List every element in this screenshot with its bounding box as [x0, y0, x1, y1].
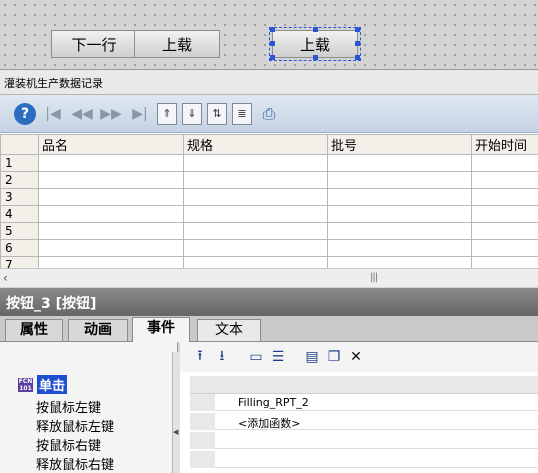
horizontal-scrollbar[interactable]: ‹ ||| [0, 268, 538, 287]
sort-icon[interactable]: ⇅ [207, 102, 227, 125]
column-header[interactable]: 批号 [327, 134, 472, 155]
tab-properties[interactable]: 属性 [5, 319, 63, 341]
table-view-control[interactable]: 灌装机生产数据记录 ? |◀ ◀◀ ▶▶ ▶| ⇑ ⇓ ⇅ ≣ ⎙ 品名 规格 … [0, 69, 538, 287]
row-number: 4 [0, 205, 39, 223]
list-item[interactable]: <添加函数> [190, 413, 538, 430]
table-row[interactable]: 4 [0, 205, 538, 223]
tab-events[interactable]: 事件 [132, 317, 190, 343]
selection-handle[interactable] [355, 27, 360, 32]
next-row-button[interactable]: 下一行 [51, 30, 137, 58]
row-number: 3 [0, 188, 39, 206]
add-function-item[interactable]: <添加函数> [238, 415, 300, 431]
row-number: 2 [0, 171, 39, 189]
move-up-icon[interactable]: ⭱ [190, 347, 210, 367]
last-icon[interactable]: ▶| [128, 102, 152, 126]
row-number: 1 [0, 154, 39, 172]
help-icon[interactable]: ? [14, 102, 36, 125]
delete-icon[interactable]: ✕ [346, 347, 366, 367]
event-release-right[interactable]: 释放鼠标右键 [36, 454, 114, 473]
prev-page-icon[interactable]: ◀◀ [70, 102, 94, 126]
event-press-left[interactable]: 按鼠标左键 [36, 397, 101, 416]
selection-handle[interactable] [313, 27, 318, 32]
list-item[interactable] [190, 432, 538, 449]
function-toolbar: ⭱ ⭳ ▭ ☰ ▤ ❐ ✕ [180, 342, 538, 372]
upload-button[interactable]: 上载 [134, 30, 220, 58]
selection-handle[interactable] [270, 41, 275, 46]
script-icon[interactable]: ▤ [302, 347, 322, 367]
scroll-left-icon[interactable]: ‹ [3, 271, 8, 285]
function-icon: FCN 101 [18, 377, 33, 392]
list-icon[interactable]: ☰ [268, 347, 288, 367]
selection-handle[interactable] [355, 55, 360, 60]
selection-handle[interactable] [355, 41, 360, 46]
copy-icon[interactable]: ❐ [324, 347, 344, 367]
table-row[interactable]: 3 [0, 188, 538, 206]
selection-handle[interactable] [313, 55, 318, 60]
corner-cell [0, 134, 39, 155]
table-row[interactable]: 1 [0, 154, 538, 172]
move-down-icon[interactable]: ⭳ [212, 347, 232, 367]
event-tree: FCN 101 单击 按鼠标左键 释放鼠标左键 按鼠标右键 释放鼠标右键 [0, 342, 178, 473]
first-icon[interactable]: |◀ [41, 102, 65, 126]
tab-strip: 属性 动画 事件 文本 [0, 316, 538, 343]
function-list-pane: ⭱ ⭳ ▭ ☰ ▤ ❐ ✕ Filling_RPT_2 <添加函数> [180, 342, 538, 473]
scroll-arrow-icon[interactable]: ◀ [173, 428, 178, 436]
tab-text[interactable]: 文本 [197, 319, 261, 341]
row-number: 5 [0, 222, 39, 240]
column-header[interactable]: 规格 [183, 134, 328, 155]
selection-handle[interactable] [270, 27, 275, 32]
folder-icon[interactable]: ▭ [246, 347, 266, 367]
column-header[interactable]: 品名 [38, 134, 184, 155]
scroll-grip-icon[interactable]: ||| [370, 272, 378, 283]
panel-title: 按钮_3 [按钮] [0, 288, 538, 316]
event-press-right[interactable]: 按鼠标右键 [36, 435, 101, 454]
row-number: 6 [0, 239, 39, 257]
selection-handle[interactable] [270, 55, 275, 60]
table-row[interactable]: 2 [0, 171, 538, 189]
data-table[interactable]: 品名 规格 批号 开始时间 1 2 3 4 5 6 7 [0, 134, 538, 274]
move-up-icon[interactable]: ⇑ [157, 102, 177, 125]
table-header-row: 品名 规格 批号 开始时间 [0, 134, 538, 155]
upload-button-selected[interactable]: 上载 [269, 27, 361, 61]
list-item[interactable]: Filling_RPT_2 [190, 394, 538, 411]
move-down-icon[interactable]: ⇓ [182, 102, 202, 125]
export-icon[interactable]: ≣ [232, 102, 252, 125]
table-title: 灌装机生产数据记录 [0, 70, 538, 95]
print-icon[interactable]: ⎙ [257, 102, 281, 126]
table-row[interactable]: 6 [0, 239, 538, 257]
table-row[interactable]: 5 [0, 222, 538, 240]
column-header[interactable]: 开始时间 [471, 134, 538, 155]
vertical-scrollbar[interactable]: ◀ [172, 352, 180, 473]
function-name[interactable]: Filling_RPT_2 [238, 396, 309, 409]
table-toolbar: ? |◀ ◀◀ ▶▶ ▶| ⇑ ⇓ ⇅ ≣ ⎙ [0, 95, 538, 133]
tab-animation[interactable]: 动画 [68, 319, 128, 341]
function-list-header [190, 376, 538, 394]
list-item[interactable] [190, 451, 538, 468]
next-page-icon[interactable]: ▶▶ [99, 102, 123, 126]
event-release-left[interactable]: 释放鼠标左键 [36, 416, 114, 435]
event-click[interactable]: FCN 101 单击 [18, 375, 68, 394]
